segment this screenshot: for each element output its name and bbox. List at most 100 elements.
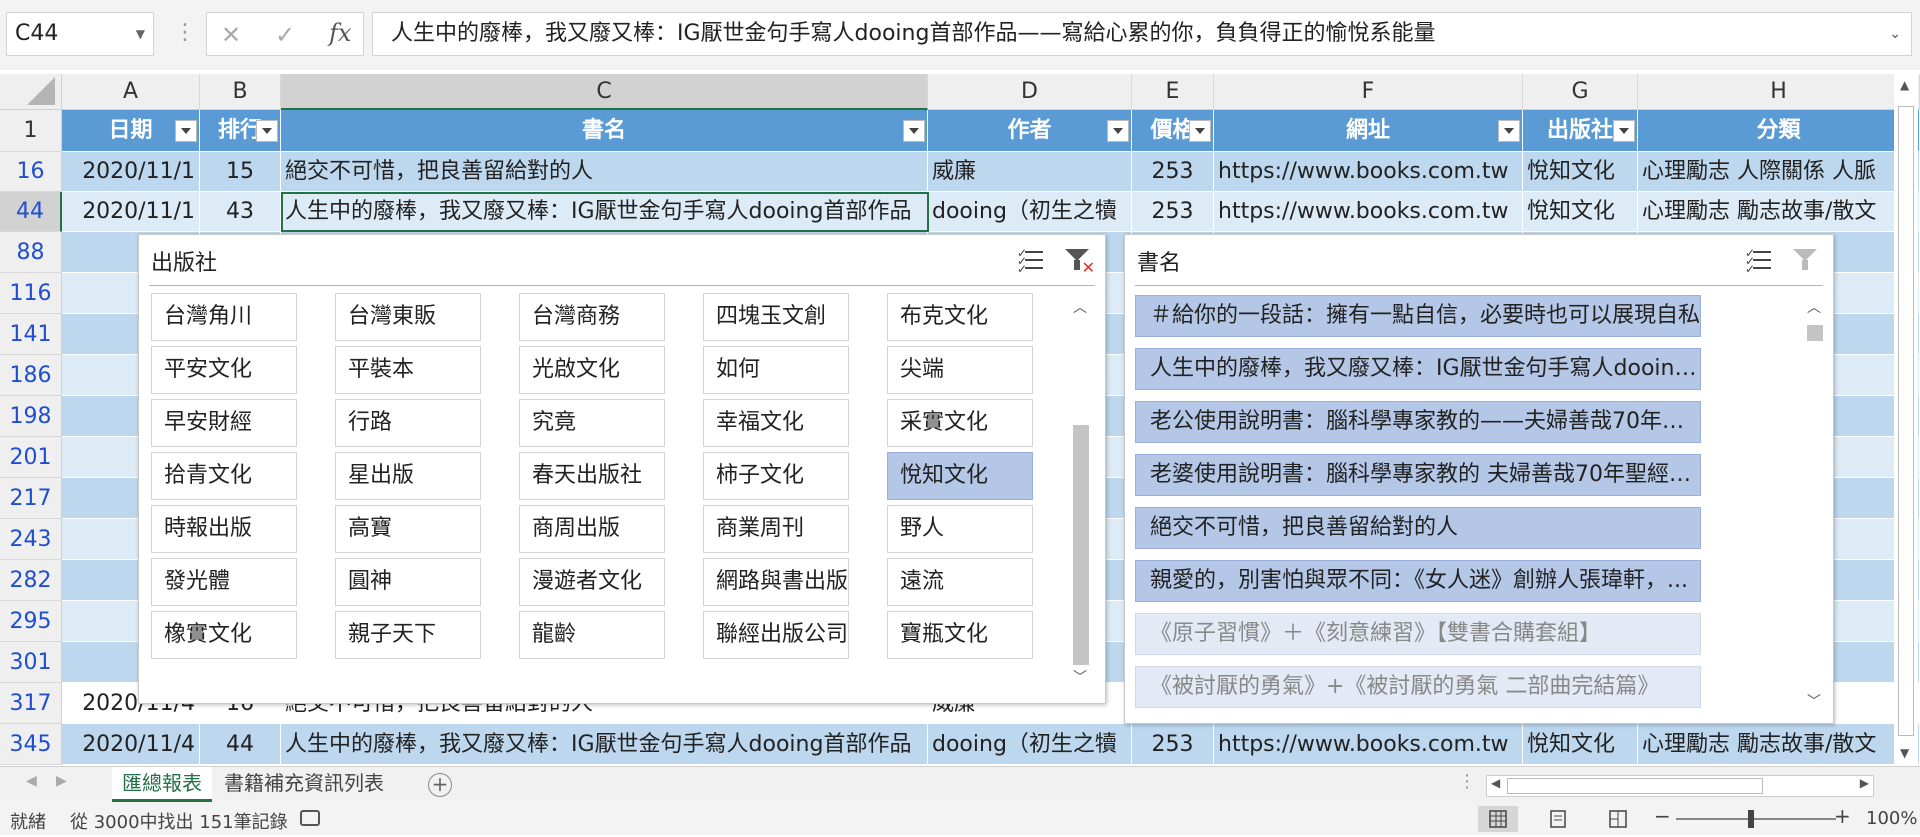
cell-a[interactable]: 2020/11/1	[62, 192, 200, 232]
cell-g[interactable]: 悅知文化	[1523, 724, 1638, 765]
page-layout-view-button[interactable]	[1538, 806, 1578, 832]
slicer-title-item[interactable]: 老婆使用說明書：腦科學專家教的 夫婦善哉70年聖經！...	[1135, 454, 1701, 496]
row-header[interactable]: 217	[0, 478, 62, 519]
cell-c[interactable]: 絕交不可惜，把良善留給對的人	[281, 152, 928, 192]
formula-input[interactable]: 人生中的廢棒，我又廢又棒：IG厭世金句手寫人dooing首部作品——寫給心累的你…	[372, 12, 1912, 56]
row-header[interactable]: 44	[0, 192, 62, 232]
slicer-publisher-item[interactable]: 究竟	[519, 399, 665, 447]
slicer-publisher-item[interactable]: 商業周刊	[703, 505, 849, 553]
cell-c[interactable]: 人生中的廢棒，我又廢又棒：IG厭世金句手寫人dooing首部作品	[281, 192, 928, 232]
slicer-title-scroll-thumb[interactable]	[1807, 325, 1823, 341]
cell-a[interactable]: 2020/11/4	[62, 724, 200, 765]
row-header[interactable]: 295	[0, 601, 62, 642]
filter-dropdown-icon[interactable]	[903, 120, 925, 142]
add-sheet-icon[interactable]: +	[428, 773, 452, 797]
column-header-a[interactable]: A	[62, 74, 200, 110]
scroll-down-icon[interactable]: ▼	[1900, 746, 1909, 760]
multi-select-icon[interactable]: ✓ ✓ ✓	[1745, 247, 1773, 275]
cell-e[interactable]: 253	[1132, 152, 1214, 192]
cell-b[interactable]: 15	[200, 152, 281, 192]
select-all-corner[interactable]	[0, 74, 62, 110]
scroll-down-icon[interactable]: ﹀	[1807, 691, 1821, 711]
filter-dropdown-icon[interactable]	[1613, 120, 1635, 142]
horizontal-scrollbar[interactable]: ◀ ▶	[1486, 775, 1874, 797]
clear-filter-icon[interactable]: ✕	[1065, 247, 1095, 276]
zoom-out-icon[interactable]: −	[1654, 804, 1671, 828]
cell-d[interactable]: dooing（初生之犢	[928, 724, 1132, 765]
column-header-h[interactable]: H	[1638, 74, 1920, 110]
slicer-publisher-item[interactable]: 光啟文化	[519, 346, 665, 394]
clear-filter-icon[interactable]	[1793, 247, 1821, 273]
zoom-in-icon[interactable]: +	[1834, 804, 1851, 828]
column-header-c[interactable]: C	[281, 74, 928, 110]
horizontal-scroll-thumb[interactable]	[1507, 778, 1763, 794]
cell-a[interactable]: 2020/11/1	[62, 152, 200, 192]
row-header[interactable]: 201	[0, 437, 62, 478]
filter-dropdown-icon[interactable]	[175, 120, 197, 142]
header-cell[interactable]: 網址	[1214, 110, 1523, 152]
scroll-down-icon[interactable]: ﹀	[1073, 667, 1087, 687]
slicer-title-item[interactable]: 絕交不可惜，把良善留給對的人	[1135, 507, 1701, 549]
vertical-scroll-thumb[interactable]	[1898, 106, 1914, 736]
slicer-title-item[interactable]: ＃給你的一段話：擁有一點自信，必要時也可以展現自私	[1135, 295, 1701, 337]
tab-summary-report[interactable]: 匯總報表	[112, 767, 212, 802]
slicer-publisher-item[interactable]: 柿子文化	[703, 452, 849, 500]
header-cell[interactable]: 分類	[1638, 110, 1920, 152]
column-header-d[interactable]: D	[928, 74, 1132, 110]
row-header[interactable]: 16	[0, 152, 62, 192]
slicer-publisher-item[interactable]: 四塊玉文創	[703, 293, 849, 341]
slicer-publisher-item[interactable]: 尖端	[887, 346, 1033, 394]
name-box-dropdown-icon[interactable]: ▼	[136, 13, 145, 55]
slicer-publisher-item[interactable]: 行路	[335, 399, 481, 447]
zoom-slider-thumb[interactable]	[1748, 810, 1754, 828]
cell-h[interactable]: 心理勵志 勵志故事/散文	[1638, 192, 1920, 232]
row-header[interactable]: 116	[0, 273, 62, 314]
slicer-publisher-item[interactable]: 寶瓶文化	[887, 611, 1033, 659]
expand-formula-icon[interactable]: ⌄	[1889, 13, 1901, 55]
filter-dropdown-icon[interactable]	[256, 120, 278, 142]
name-box[interactable]: C44 ▼	[6, 12, 154, 56]
vertical-scrollbar[interactable]: ▲ ▼	[1894, 74, 1918, 766]
slicer-publisher-item[interactable]: 野人	[887, 505, 1033, 553]
cell-e[interactable]: 253	[1132, 724, 1214, 765]
row-header[interactable]: 282	[0, 560, 62, 601]
filter-dropdown-icon[interactable]	[1107, 120, 1129, 142]
slicer-publisher[interactable]: 出版社 ✓ ✓ ✓ ✕ 台灣角川 台灣東販 台灣商務 四塊玉文創 布克文化 平安文化 平裝本…	[138, 234, 1106, 704]
header-cell[interactable]: 書名	[281, 110, 928, 152]
slicer-publisher-item[interactable]: 台灣角川	[151, 293, 297, 341]
slicer-publisher-item[interactable]: 聯經出版公司	[703, 611, 849, 659]
row-header[interactable]: 141	[0, 314, 62, 355]
tab-book-info-list[interactable]: 書籍補充資訊列表	[214, 767, 394, 799]
slicer-publisher-item[interactable]: 平裝本	[335, 346, 481, 394]
column-header-b[interactable]: B	[200, 74, 281, 110]
slicer-title-item[interactable]: 《被討厭的勇氣》+《被討厭的勇氣 二部曲完結篇》	[1135, 666, 1701, 708]
tab-split-grip-icon[interactable]: ⋮	[1458, 771, 1476, 792]
cell-d[interactable]: dooing（初生之犢	[928, 192, 1132, 232]
slicer-publisher-item[interactable]: 采實文化	[887, 399, 1033, 447]
cell-f[interactable]: https://www.books.com.tw	[1214, 152, 1523, 192]
header-cell[interactable]: 作者	[928, 110, 1132, 152]
formula-bar-grip-icon[interactable]: ⋮	[174, 20, 196, 45]
cell-f[interactable]: https://www.books.com.tw	[1214, 192, 1523, 232]
row-header[interactable]: 345	[0, 724, 62, 765]
zoom-level[interactable]: 100%	[1866, 808, 1917, 829]
header-cell[interactable]: 出版社	[1523, 110, 1638, 152]
slicer-publisher-item[interactable]: 發光體	[151, 558, 297, 606]
slicer-title-item[interactable]: 《原子習慣》＋《刻意練習》【雙書合購套組】	[1135, 613, 1701, 655]
row-header[interactable]: 301	[0, 642, 62, 683]
cell-g[interactable]: 悅知文化	[1523, 152, 1638, 192]
slicer-publisher-item[interactable]: 台灣商務	[519, 293, 665, 341]
scroll-up-icon[interactable]: ︿	[1073, 297, 1087, 317]
cell-c[interactable]: 人生中的廢棒，我又廢又棒：IG厭世金句手寫人dooing首部作品	[281, 724, 928, 765]
enter-icon[interactable]: ✓	[275, 21, 295, 49]
row-header[interactable]: 243	[0, 519, 62, 560]
row-header[interactable]: 186	[0, 355, 62, 396]
scroll-up-icon[interactable]: ︿	[1807, 297, 1821, 317]
column-header-e[interactable]: E	[1132, 74, 1214, 110]
prev-sheet-icon[interactable]: ◀	[26, 773, 37, 789]
header-cell[interactable]: 日期	[62, 110, 200, 152]
slicer-title-item[interactable]: 老公使用說明書：腦科學專家教的——夫婦善哉70年聖經...	[1135, 401, 1701, 443]
cell-f[interactable]: https://www.books.com.tw	[1214, 724, 1523, 765]
slicer-publisher-item[interactable]: 幸福文化	[703, 399, 849, 447]
row-header[interactable]: 317	[0, 683, 62, 724]
